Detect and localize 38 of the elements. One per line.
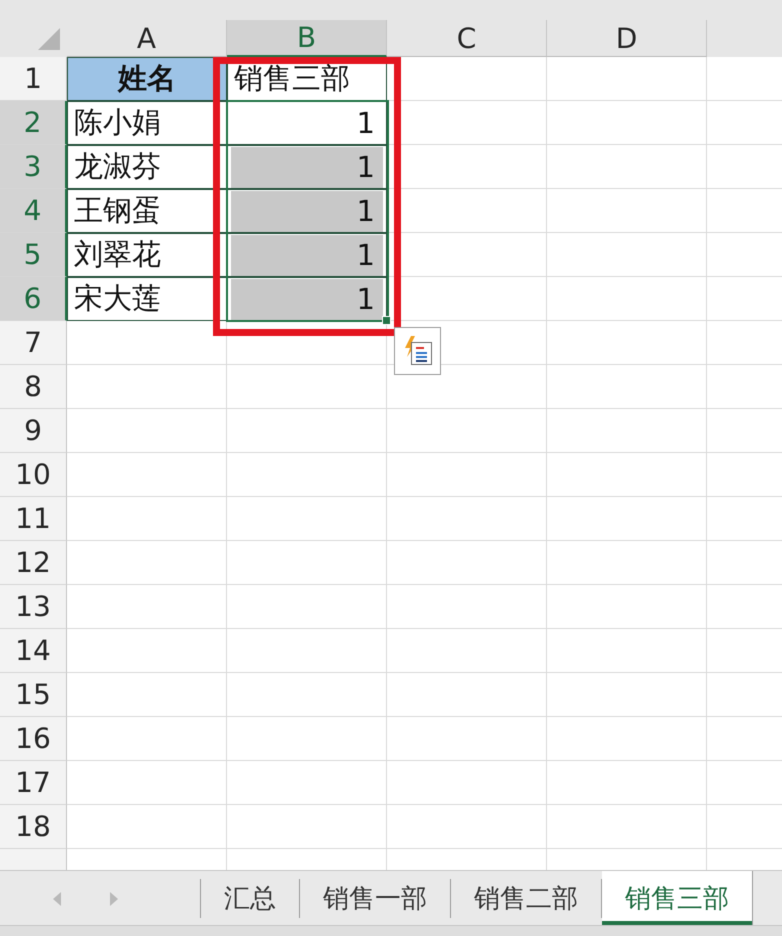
row-header[interactable]: 15 <box>0 673 67 717</box>
table-cell: 1 <box>227 189 387 233</box>
corner-triangle-icon[interactable] <box>38 28 60 50</box>
sheet-tab[interactable]: 销售三部 <box>602 871 753 925</box>
row-header[interactable]: 7 <box>0 321 67 365</box>
row-header[interactable]: 9 <box>0 409 67 453</box>
column-header[interactable]: B <box>227 20 387 57</box>
row-header[interactable]: 18 <box>0 805 67 849</box>
row-header[interactable]: 11 <box>0 497 67 541</box>
row-header[interactable]: 2 <box>0 101 67 145</box>
table-cell: 1 <box>227 277 387 321</box>
column-header[interactable]: C <box>387 20 547 57</box>
table-cell: 龙淑芬 <box>67 145 227 189</box>
table-cell: 王钢蛋 <box>67 189 227 233</box>
column-header[interactable]: A <box>67 20 227 57</box>
row-header[interactable]: 5 <box>0 233 67 277</box>
column-header[interactable]: D <box>547 20 707 57</box>
row-header[interactable]: 13 <box>0 585 67 629</box>
table-header-cell: 姓名 <box>67 57 227 101</box>
row-header[interactable]: 4 <box>0 189 67 233</box>
sheet-tab[interactable]: 销售一部 <box>300 879 451 918</box>
table-cell: 1 <box>227 145 387 189</box>
row-header[interactable]: 14 <box>0 629 67 673</box>
table-cell: 刘翠花 <box>67 233 227 277</box>
row-header[interactable]: 3 <box>0 145 67 189</box>
row-header[interactable]: 12 <box>0 541 67 585</box>
row-header[interactable]: 17 <box>0 761 67 805</box>
row-header[interactable]: 16 <box>0 717 67 761</box>
quick-analysis-button[interactable] <box>394 327 441 375</box>
row-header[interactable]: 8 <box>0 365 67 409</box>
sheet-tab[interactable]: 汇总 <box>201 879 300 918</box>
row-header[interactable]: 1 <box>0 57 67 101</box>
row-header[interactable]: 10 <box>0 453 67 497</box>
table-cell: 陈小娟 <box>67 101 227 145</box>
table-cell: 1 <box>227 233 387 277</box>
row-header[interactable]: 6 <box>0 277 67 321</box>
fill-handle[interactable] <box>382 316 391 325</box>
table-cell: 宋大莲 <box>67 277 227 321</box>
